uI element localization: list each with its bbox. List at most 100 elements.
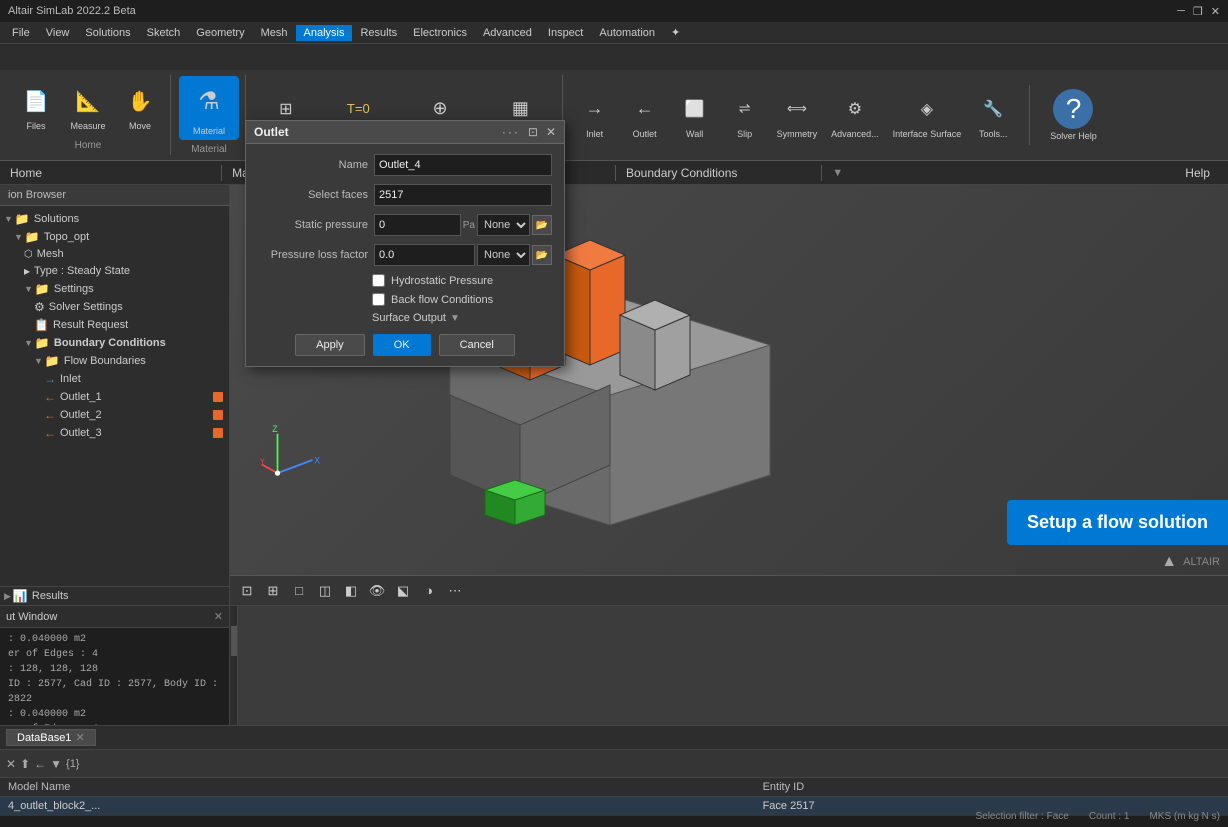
menu-geometry[interactable]: Geometry bbox=[188, 25, 252, 41]
database-tab-label: DataBase1 bbox=[17, 732, 71, 744]
static-pressure-file-btn[interactable]: 📂 bbox=[532, 215, 552, 235]
tree-type[interactable]: ▸ Type : Steady State bbox=[0, 262, 229, 280]
output-close-btn[interactable]: ✕ bbox=[214, 610, 223, 623]
menu-view[interactable]: View bbox=[38, 25, 78, 41]
measure-button[interactable]: 📐 Measure bbox=[64, 79, 112, 136]
tree-outlet-3[interactable]: ← Outlet_3 bbox=[0, 424, 229, 442]
tree-mesh[interactable]: ⬡ Mesh bbox=[0, 246, 229, 262]
tree-expand-topo[interactable]: ▼ bbox=[14, 232, 23, 242]
outlet-icon: ← bbox=[627, 91, 663, 127]
ok-button[interactable]: OK bbox=[373, 334, 431, 356]
advanced-button[interactable]: ⚙ Advanced... bbox=[825, 87, 885, 144]
vp-more-btn[interactable]: ⋯ bbox=[444, 580, 466, 602]
tree-outlet-1[interactable]: ← Outlet_1 bbox=[0, 388, 229, 406]
name-input[interactable] bbox=[374, 154, 552, 176]
tree-outlet-2[interactable]: ← Outlet_2 bbox=[0, 406, 229, 424]
db-back-icon[interactable]: ← bbox=[34, 757, 46, 771]
static-pressure-select[interactable]: None bbox=[477, 214, 530, 236]
move-button[interactable]: ✋ Move bbox=[116, 79, 164, 136]
vp-frame-btn[interactable]: ⊡ bbox=[236, 580, 258, 602]
tree-expand-flow[interactable]: ▼ bbox=[34, 356, 43, 366]
tree-topo-opt[interactable]: ▼ 📁 Topo_opt bbox=[0, 228, 229, 246]
apply-button[interactable]: Apply bbox=[295, 334, 365, 356]
vp-back-btn[interactable]: ◫ bbox=[314, 580, 336, 602]
flow-boundaries-label: Flow Boundaries bbox=[64, 355, 146, 367]
menu-inspect[interactable]: Inspect bbox=[540, 25, 591, 41]
inlet-button[interactable]: → Inlet bbox=[571, 87, 619, 144]
menu-mesh[interactable]: Mesh bbox=[253, 25, 296, 41]
symmetry-button[interactable]: ⟺ Symmetry bbox=[771, 87, 824, 144]
tree-settings[interactable]: ▼ 📁 Settings bbox=[0, 280, 229, 298]
outlet-button[interactable]: ← Outlet bbox=[621, 87, 669, 144]
backflow-checkbox[interactable] bbox=[372, 293, 385, 306]
output-scroll-thumb[interactable] bbox=[231, 626, 237, 656]
cancel-button[interactable]: Cancel bbox=[439, 334, 515, 356]
hydrostatic-checkbox[interactable] bbox=[372, 274, 385, 287]
select-faces-input[interactable] bbox=[374, 184, 552, 206]
vp-shading-btn[interactable]: ◑ bbox=[418, 580, 440, 602]
surface-output-row[interactable]: Surface Output ▼ bbox=[372, 312, 552, 324]
maximize-btn[interactable]: ❐ bbox=[1193, 5, 1203, 18]
toolbar-sep bbox=[1029, 85, 1030, 145]
tree-expand-solutions[interactable]: ▼ bbox=[4, 214, 13, 224]
menu-solutions[interactable]: Solutions bbox=[77, 25, 138, 41]
tree-solutions[interactable]: ▼ 📁 Solutions bbox=[0, 210, 229, 228]
tools-button[interactable]: 🔧 Tools... bbox=[969, 87, 1017, 144]
tree-solver-settings[interactable]: ⚙ Solver Settings bbox=[0, 298, 229, 316]
results-label: Results bbox=[32, 590, 69, 602]
tree-inlet[interactable]: → Inlet bbox=[0, 370, 229, 388]
menu-file[interactable]: File bbox=[4, 25, 38, 41]
slip-button[interactable]: ⇌ Slip bbox=[721, 87, 769, 144]
wall-button[interactable]: ⬜ Wall bbox=[671, 87, 719, 144]
toolbar: 📄 Files 📐 Measure ✋ Move Home ⚗ Materi bbox=[0, 44, 1228, 161]
tree-expand-results[interactable]: ▶ bbox=[4, 591, 11, 602]
results-icon: 📊 bbox=[13, 589, 28, 603]
tree-flow-boundaries[interactable]: ▼ 📁 Flow Boundaries bbox=[0, 352, 229, 370]
menu-advanced[interactable]: Advanced bbox=[475, 25, 540, 41]
pressure-loss-select[interactable]: None bbox=[477, 244, 530, 266]
db-filter-icon[interactable]: ▼ bbox=[50, 757, 62, 771]
vp-front-btn[interactable]: □ bbox=[288, 580, 310, 602]
vp-fit-btn[interactable]: ⊞ bbox=[262, 580, 284, 602]
static-pressure-input[interactable] bbox=[374, 214, 461, 236]
interface-surface-button[interactable]: ◈ Interface Surface bbox=[887, 87, 968, 144]
files-button[interactable]: 📄 Files bbox=[12, 79, 60, 136]
pressure-loss-file-btn[interactable]: 📂 bbox=[532, 245, 552, 265]
dialog-restore-icon[interactable]: ⊡ bbox=[528, 125, 538, 139]
svg-text:X: X bbox=[314, 456, 320, 466]
surface-output-arrow[interactable]: ▼ bbox=[450, 313, 460, 324]
solver-help-button[interactable]: ? Solver Help bbox=[1042, 85, 1105, 145]
menu-analysis[interactable]: Analysis bbox=[296, 25, 353, 41]
outlet1-label: Outlet_1 bbox=[60, 391, 102, 403]
close-btn[interactable]: ✕ bbox=[1211, 5, 1220, 18]
vp-wireframe-btn[interactable]: ⬕ bbox=[392, 580, 414, 602]
output-scrollbar[interactable] bbox=[230, 606, 238, 725]
database-tab-close[interactable]: ✕ bbox=[75, 731, 84, 744]
coordinate-axes: X Z Y bbox=[260, 425, 330, 495]
hydrostatic-label[interactable]: Hydrostatic Pressure bbox=[391, 275, 493, 287]
bc-dropdown-icon[interactable]: ▼ bbox=[832, 167, 843, 179]
tree-boundary-conditions[interactable]: ▼ 📁 Boundary Conditions bbox=[0, 334, 229, 352]
menu-extra[interactable]: ✦ bbox=[663, 24, 688, 41]
db-close-icon[interactable]: ✕ bbox=[6, 757, 16, 771]
db-up-icon[interactable]: ⬆ bbox=[20, 757, 30, 771]
backflow-label[interactable]: Back flow Conditions bbox=[391, 294, 493, 306]
vp-section-btn[interactable]: ◧ bbox=[340, 580, 362, 602]
tree-results[interactable]: ▶ 📊 Results bbox=[0, 586, 229, 605]
material-button[interactable]: ⚗ Material bbox=[179, 76, 239, 140]
tree-result-request[interactable]: 📋 Result Request bbox=[0, 316, 229, 334]
tree-expand-settings[interactable]: ▼ bbox=[24, 284, 33, 294]
pressure-loss-input[interactable] bbox=[374, 244, 475, 266]
output-content[interactable]: : 0.040000 m2 er of Edges : 4 : 128, 128… bbox=[0, 628, 229, 725]
database-tab[interactable]: DataBase1 ✕ bbox=[6, 729, 96, 746]
dialog-close-btn[interactable]: ✕ bbox=[546, 125, 556, 139]
menu-electronics[interactable]: Electronics bbox=[405, 25, 475, 41]
menu-automation[interactable]: Automation bbox=[591, 25, 663, 41]
vp-render-btn[interactable]: 👁 bbox=[366, 580, 388, 602]
database-toolbar: ✕ ⬆ ← ▼ {1} bbox=[0, 750, 1228, 778]
menu-sketch[interactable]: Sketch bbox=[139, 25, 189, 41]
window-controls[interactable]: ─ ❐ ✕ bbox=[1177, 5, 1220, 18]
tree-expand-bc[interactable]: ▼ bbox=[24, 338, 33, 348]
menu-results[interactable]: Results bbox=[352, 25, 405, 41]
minimize-btn[interactable]: ─ bbox=[1177, 5, 1185, 18]
